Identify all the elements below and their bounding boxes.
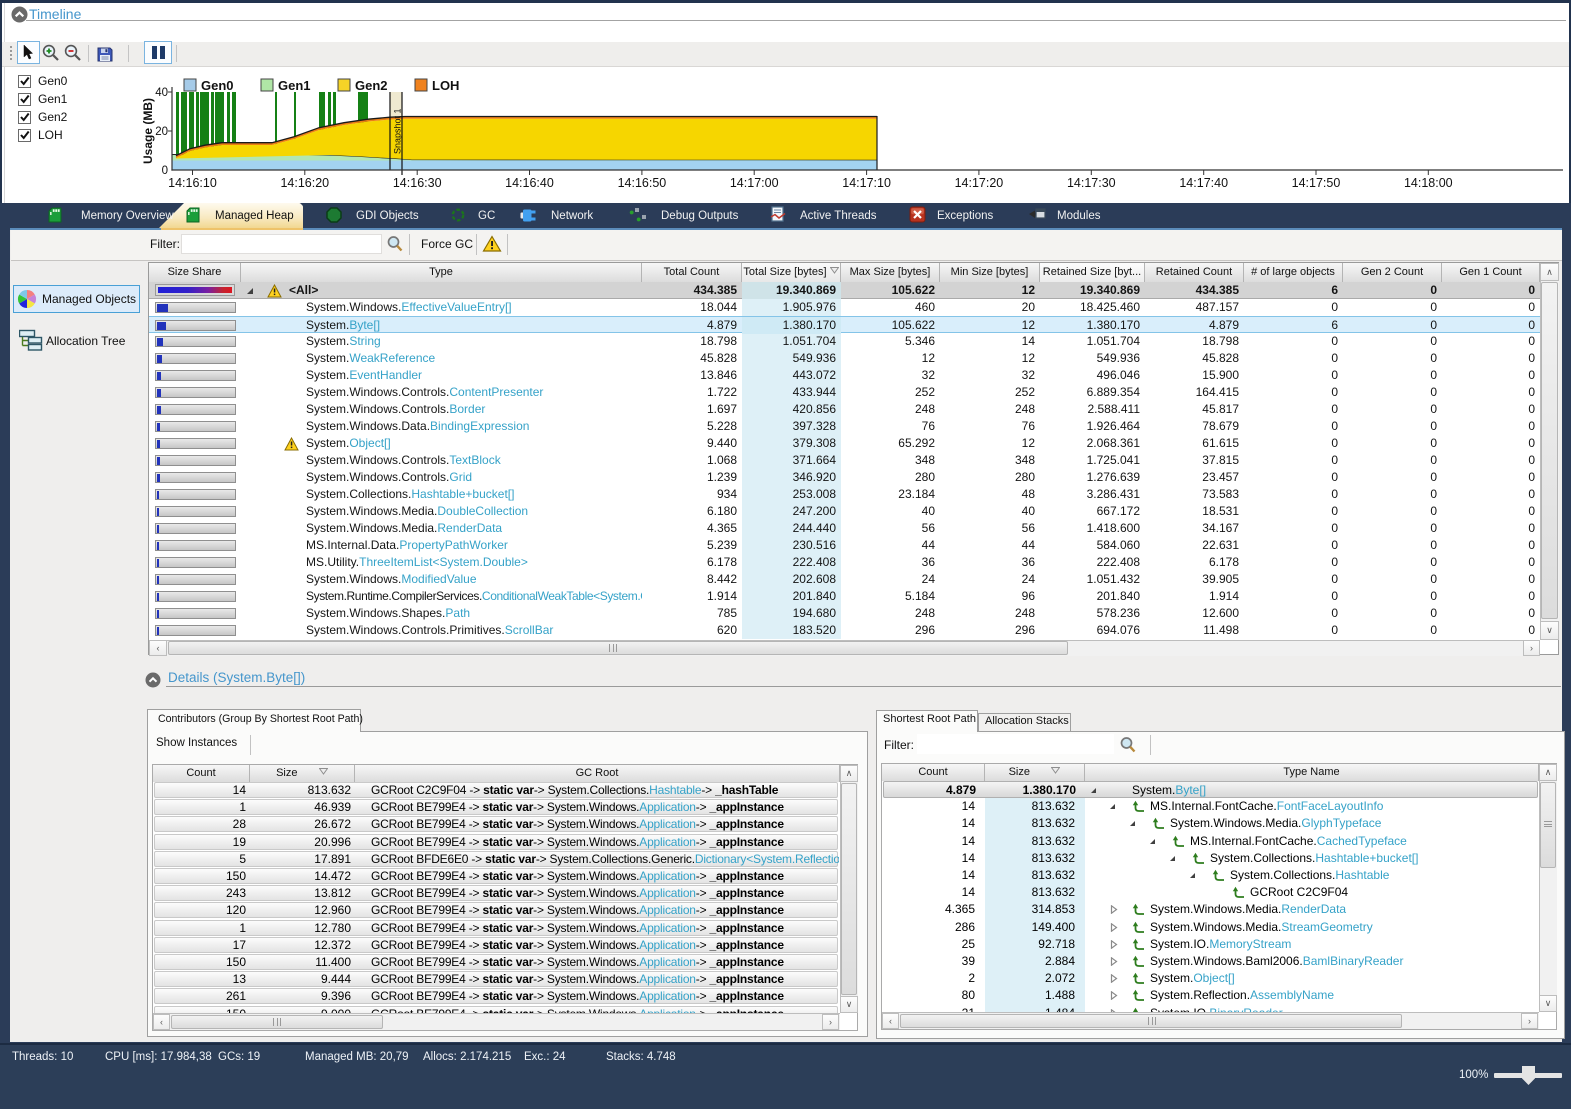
svg-text:●: ● [629, 207, 634, 217]
svg-text:14:16:10: 14:16:10 [168, 176, 217, 190]
svg-text:14:17:40: 14:17:40 [1179, 176, 1228, 190]
svg-text:LOH: LOH [432, 78, 459, 93]
svg-text:●: ● [636, 214, 641, 224]
svg-text:Gen0: Gen0 [201, 78, 234, 93]
svg-text:Gen2: Gen2 [355, 78, 388, 93]
svg-text:Snapshot 1: Snapshot 1 [393, 108, 403, 154]
svg-text:14:16:40: 14:16:40 [505, 176, 554, 190]
svg-text:14:17:00: 14:17:00 [730, 176, 779, 190]
svg-text:0: 0 [162, 165, 168, 177]
svg-text:14:18:00: 14:18:00 [1404, 176, 1453, 190]
svg-text:14:16:20: 14:16:20 [280, 176, 329, 190]
svg-text:Gen1: Gen1 [278, 78, 311, 93]
svg-text:40: 40 [155, 87, 168, 99]
svg-text:14:16:50: 14:16:50 [618, 176, 667, 190]
svg-text:14:17:50: 14:17:50 [1292, 176, 1341, 190]
svg-text:14:17:10: 14:17:10 [842, 176, 891, 190]
svg-text:14:17:30: 14:17:30 [1067, 176, 1116, 190]
svg-text:20: 20 [155, 126, 168, 138]
svg-text:Usage (MB): Usage (MB) [141, 98, 155, 164]
svg-text:14:17:20: 14:17:20 [955, 176, 1004, 190]
svg-text:14:16:30: 14:16:30 [393, 176, 442, 190]
